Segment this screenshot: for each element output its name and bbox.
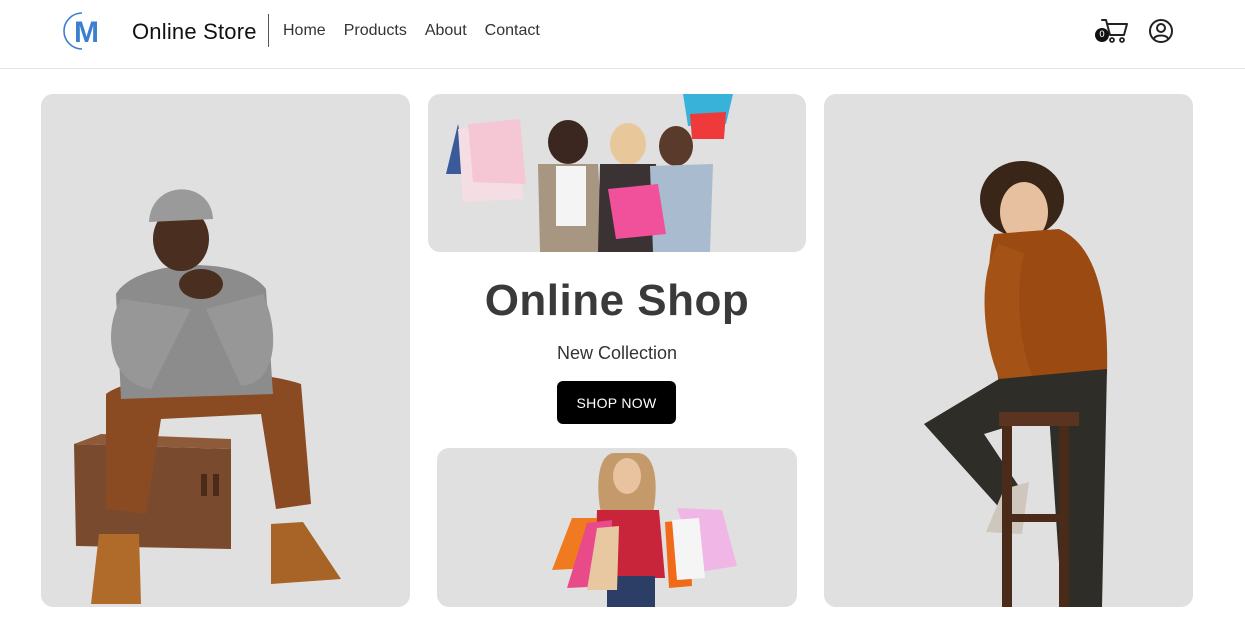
cart-count-badge: 0 xyxy=(1095,28,1109,42)
hero-image-right[interactable] xyxy=(824,94,1193,607)
hero-title: Online Shop xyxy=(484,276,750,325)
hero-image-bottom[interactable] xyxy=(437,448,797,607)
site-header: M Online Store Home Products About Conta… xyxy=(0,0,1245,69)
shop-now-button[interactable]: SHOP NOW xyxy=(557,381,676,424)
nav-home[interactable]: Home xyxy=(283,22,326,40)
main-nav: Home Products About Contact xyxy=(283,22,540,40)
hero-image-left[interactable] xyxy=(41,94,410,607)
user-circle-icon[interactable] xyxy=(1148,18,1174,44)
nav-about[interactable]: About xyxy=(425,22,467,40)
nav-contact[interactable]: Contact xyxy=(485,22,540,40)
logo-letter: M xyxy=(74,16,99,49)
logo-icon[interactable]: M xyxy=(58,10,108,52)
nav-products[interactable]: Products xyxy=(344,22,407,40)
brand-divider xyxy=(268,14,269,47)
brand-name[interactable]: Online Store xyxy=(132,19,257,45)
hero-subtitle: New Collection xyxy=(556,343,678,363)
hero-image-top[interactable] xyxy=(428,94,806,252)
